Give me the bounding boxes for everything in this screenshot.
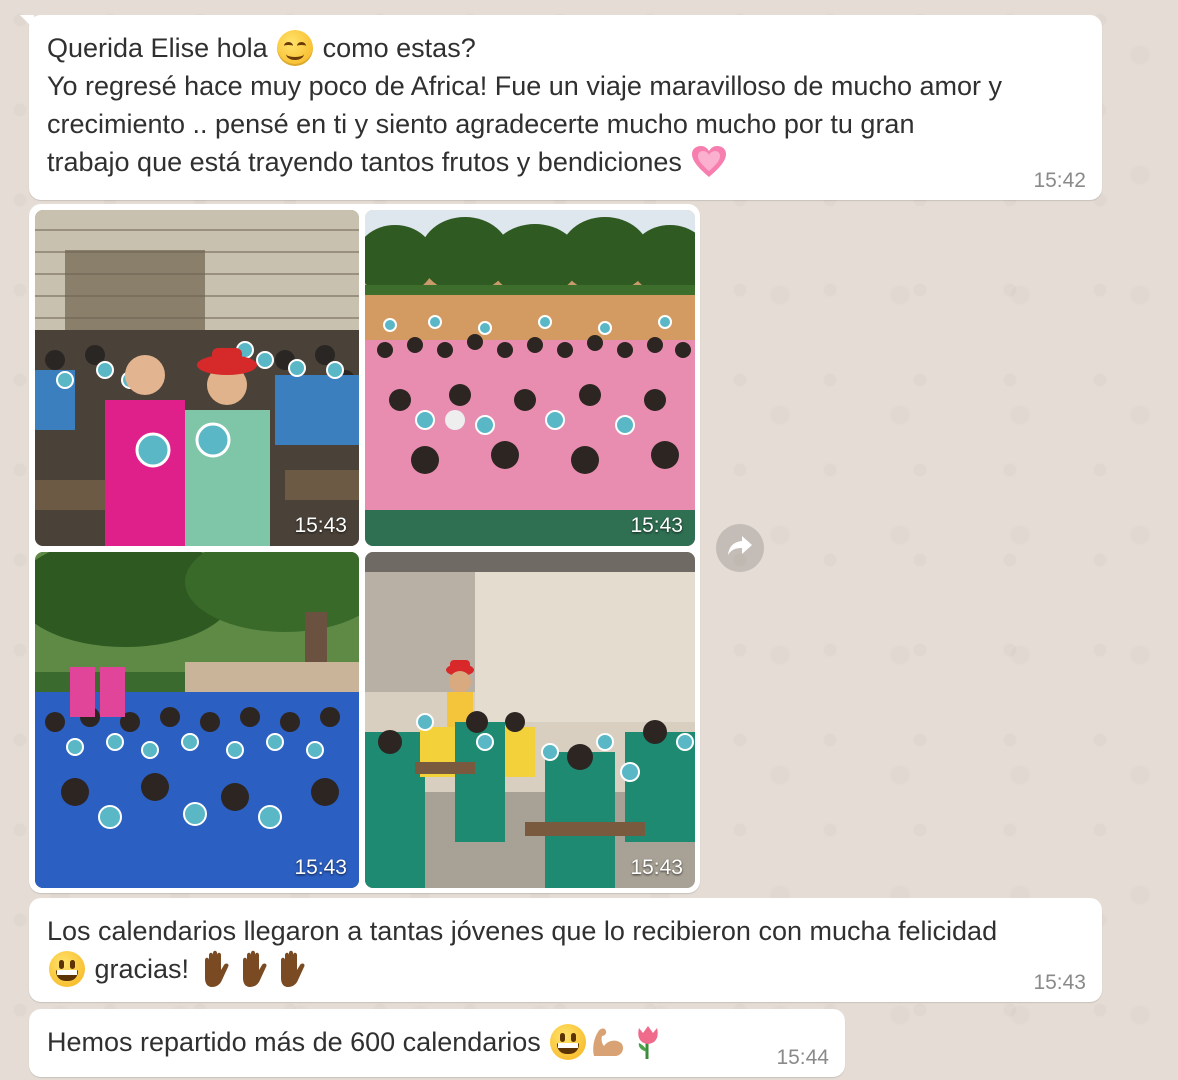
photo-timestamp: 15:43 [294, 514, 347, 537]
grinning-face-emoji [49, 950, 85, 987]
message-text: Querida Elise hola como estas? Yo regres… [47, 29, 1084, 181]
photo-timestamp: 15:43 [630, 856, 683, 879]
smiling-face-emoji [277, 29, 314, 66]
bubble-tail [20, 15, 34, 29]
photo-timestamp: 15:43 [630, 514, 683, 537]
raised-hand-emoji [275, 950, 309, 988]
photo-album-bubble[interactable]: 15:43 15:43 15:43 15:43 [29, 204, 700, 893]
grinning-face-emoji [550, 1023, 587, 1060]
message-text: Hemos repartido más de 600 calendarios [47, 1023, 827, 1061]
message-timestamp: 15:42 [1033, 169, 1086, 192]
tulip-emoji [630, 1024, 666, 1060]
raised-hand-emoji [199, 950, 233, 988]
message-bubble[interactable]: Querida Elise hola como estas? Yo regres… [20, 15, 1102, 200]
message-timestamp: 15:43 [1033, 971, 1086, 994]
message-timestamp: 15:44 [776, 1046, 829, 1069]
forward-button[interactable] [716, 524, 764, 572]
growing-heart-emoji [691, 145, 727, 179]
album-photo-field[interactable]: 15:43 [365, 210, 695, 546]
forward-arrow-icon [727, 535, 753, 562]
photo-timestamp: 15:43 [294, 856, 347, 879]
message-bubble[interactable]: Hemos repartido más de 600 calendarios 1… [29, 1009, 845, 1077]
message-text: Los calendarios llegaron a tantas jóvene… [47, 912, 1084, 988]
album-photo-tree[interactable]: 15:43 [35, 552, 359, 888]
album-photo-green-classroom[interactable]: 15:43 [365, 552, 695, 888]
album-photo-classroom[interactable]: 15:43 [35, 210, 359, 546]
message-bubble[interactable]: Los calendarios llegaron a tantas jóvene… [29, 898, 1102, 1002]
flexed-biceps-emoji [590, 1024, 626, 1060]
raised-hand-emoji [237, 950, 271, 988]
